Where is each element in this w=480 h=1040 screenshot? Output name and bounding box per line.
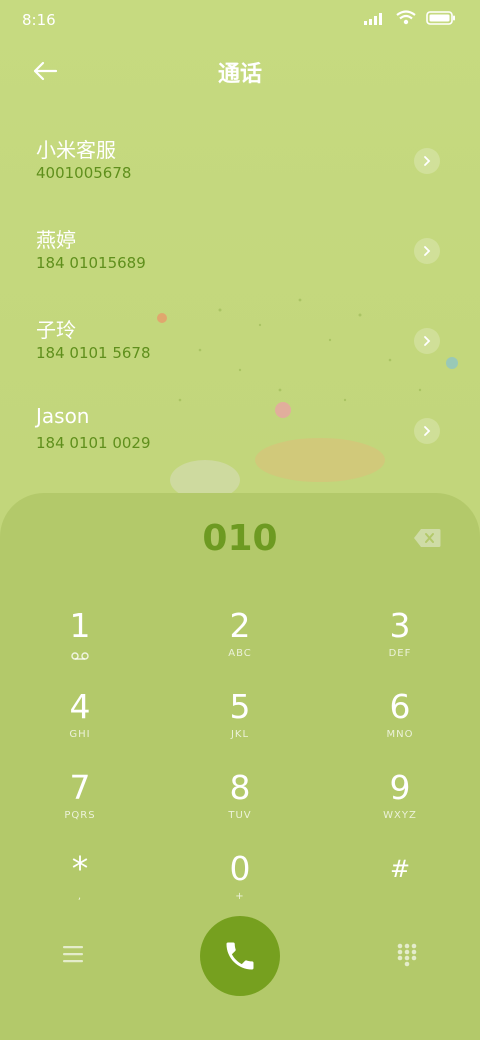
call-button[interactable] xyxy=(200,916,280,996)
contact-details-button[interactable] xyxy=(414,238,440,264)
contact-item[interactable]: 子玲 184 0101 5678 xyxy=(0,314,480,394)
contact-name: 子玲 xyxy=(36,318,76,342)
dial-key-0[interactable]: 0 + xyxy=(180,849,300,919)
dial-key-digit: * xyxy=(71,849,89,888)
dial-key-digit: 0 xyxy=(229,849,251,888)
dial-key-digit: 2 xyxy=(229,606,251,645)
dial-key-6[interactable]: 6 MNO xyxy=(340,687,460,757)
chevron-right-icon xyxy=(424,156,431,166)
contact-details-button[interactable] xyxy=(414,328,440,354)
battery-icon xyxy=(426,10,455,25)
contact-number: 184 0101 0029 xyxy=(36,434,151,452)
dial-key-letters: PQRS xyxy=(64,810,96,821)
dialpad-toggle-icon[interactable] xyxy=(396,942,418,968)
dial-key-letters: DEF xyxy=(388,648,412,659)
contact-item[interactable]: Jason 184 0101 0029 xyxy=(0,404,480,484)
contact-item[interactable]: 燕婷 184 01015689 xyxy=(0,224,480,304)
dial-key-digit: # xyxy=(389,855,411,883)
dial-key-letters: GHI xyxy=(69,729,91,740)
dial-key-digit: 1 xyxy=(69,606,91,645)
dial-key-digit: 5 xyxy=(229,687,251,726)
dial-key-letters: MNO xyxy=(386,729,414,740)
contact-name: 小米客服 xyxy=(36,138,116,162)
dial-key-digit: 9 xyxy=(389,768,411,807)
contact-number: 4001005678 xyxy=(36,164,132,182)
wifi-icon xyxy=(396,10,416,25)
dial-key-2[interactable]: 2 ABC xyxy=(180,606,300,676)
dial-key-5[interactable]: 5 JKL xyxy=(180,687,300,757)
voicemail-icon xyxy=(71,652,89,660)
dial-key-letters: JKL xyxy=(230,729,250,740)
dial-key-letters: TUV xyxy=(228,810,252,821)
dial-key-star[interactable]: * , xyxy=(20,849,140,919)
dial-key-4[interactable]: 4 GHI xyxy=(20,687,140,757)
contact-name: Jason xyxy=(36,404,90,428)
contact-details-button[interactable] xyxy=(414,148,440,174)
dial-key-letters: WXYZ xyxy=(383,810,417,821)
contact-details-button[interactable] xyxy=(414,418,440,444)
contact-number: 184 0101 5678 xyxy=(36,344,151,362)
backspace-icon[interactable] xyxy=(413,528,441,548)
dial-key-digit: 3 xyxy=(389,606,411,645)
dialed-number: 010 xyxy=(202,518,278,559)
signal-bars-icon xyxy=(364,12,382,25)
dial-key-9[interactable]: 9 WXYZ xyxy=(340,768,460,838)
dial-key-7[interactable]: 7 PQRS xyxy=(20,768,140,838)
status-bar: 8:16 xyxy=(0,0,480,40)
dial-key-digit: 4 xyxy=(69,687,91,726)
menu-icon[interactable] xyxy=(62,944,84,964)
dial-key-digit: 8 xyxy=(229,768,251,807)
dial-key-letters: + xyxy=(235,891,245,902)
dial-key-8[interactable]: 8 TUV xyxy=(180,768,300,838)
chevron-right-icon xyxy=(424,336,431,346)
contact-item[interactable]: 小米客服 4001005678 xyxy=(0,134,480,214)
dial-key-3[interactable]: 3 DEF xyxy=(340,606,460,676)
phone-icon xyxy=(226,942,254,970)
header: 通话 xyxy=(0,46,480,96)
chevron-right-icon xyxy=(424,246,431,256)
dial-key-letters: , xyxy=(77,891,83,902)
status-time: 8:16 xyxy=(22,11,56,29)
contact-number: 184 01015689 xyxy=(36,254,146,272)
dial-key-letters: ABC xyxy=(228,648,252,659)
dial-key-hash[interactable]: # xyxy=(340,849,460,919)
dial-key-digit: 7 xyxy=(69,768,91,807)
dial-key-1[interactable]: 1 xyxy=(20,606,140,676)
page-title: 通话 xyxy=(217,62,262,87)
chevron-right-icon xyxy=(424,426,431,436)
dial-key-digit: 6 xyxy=(389,687,411,726)
contact-name: 燕婷 xyxy=(36,228,76,252)
